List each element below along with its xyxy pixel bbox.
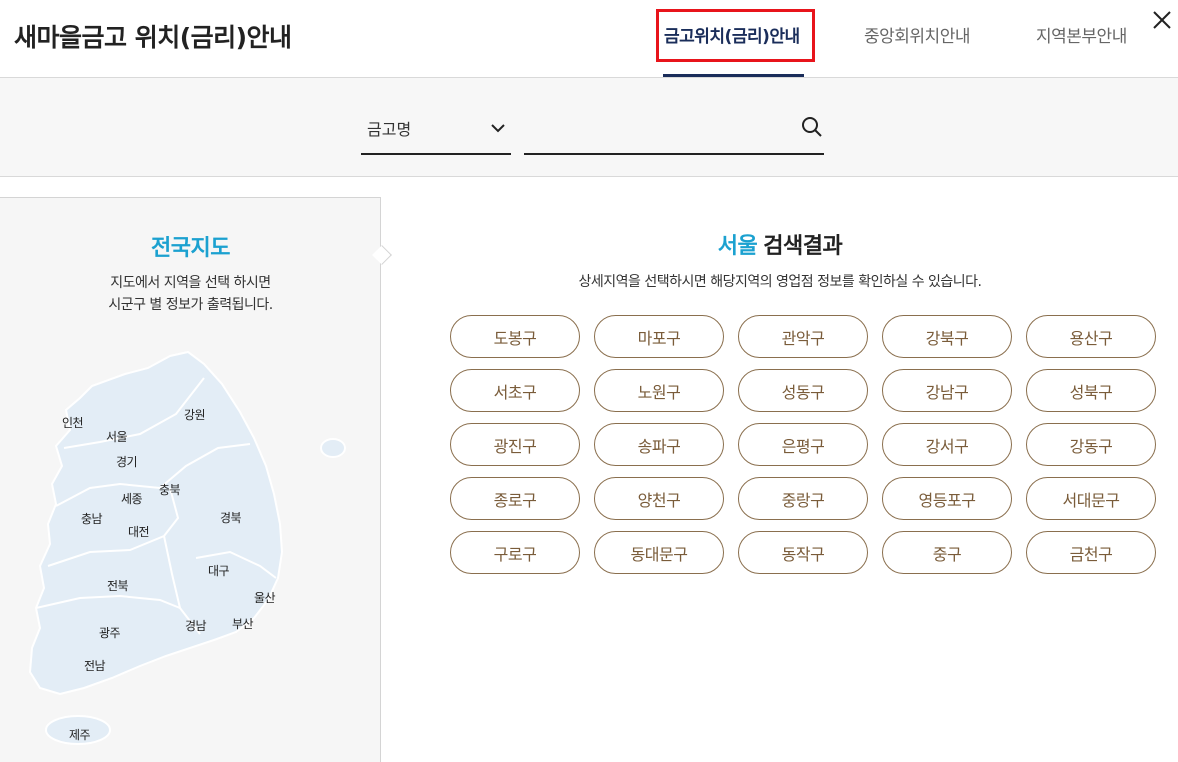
district-button[interactable]: 노원구 bbox=[594, 369, 724, 412]
search-bar: 금고명 bbox=[0, 78, 1178, 177]
search-type-select[interactable]: 금고명 bbox=[361, 105, 511, 155]
district-button[interactable]: 서대문구 bbox=[1026, 477, 1156, 520]
district-button[interactable]: 중랑구 bbox=[738, 477, 868, 520]
region-daegu[interactable]: 대구 bbox=[208, 562, 230, 579]
district-button[interactable]: 구로구 bbox=[450, 531, 580, 574]
district-button[interactable]: 용산구 bbox=[1026, 315, 1156, 358]
results-city: 서울 bbox=[717, 234, 758, 259]
district-button[interactable]: 은평구 bbox=[738, 423, 868, 466]
district-button[interactable]: 강서구 bbox=[882, 423, 1012, 466]
region-busan[interactable]: 부산 bbox=[232, 615, 254, 632]
region-gyeongnam[interactable]: 경남 bbox=[185, 617, 207, 634]
district-button[interactable]: 광진구 bbox=[450, 423, 580, 466]
active-tab-indicator bbox=[663, 74, 804, 77]
region-jeonbuk[interactable]: 전북 bbox=[107, 577, 129, 594]
region-gangwon[interactable]: 강원 bbox=[184, 406, 206, 423]
region-gyeonggi[interactable]: 경기 bbox=[116, 453, 138, 470]
tab-central-location[interactable]: 중앙회위치안내 bbox=[864, 22, 970, 47]
district-button[interactable]: 강동구 bbox=[1026, 423, 1156, 466]
results-title: 서울 검색결과 bbox=[382, 228, 1178, 260]
district-button[interactable]: 강남구 bbox=[882, 369, 1012, 412]
district-button[interactable]: 강북구 bbox=[882, 315, 1012, 358]
search-icon bbox=[802, 117, 822, 137]
district-button[interactable]: 성동구 bbox=[738, 369, 868, 412]
results-desc: 상세지역을 선택하시면 해당지역의 영업점 정보를 확인하실 수 있습니다. bbox=[578, 274, 983, 290]
region-daejeon[interactable]: 대전 bbox=[128, 523, 150, 540]
ulleungdo-island bbox=[320, 438, 346, 458]
region-chungnam[interactable]: 충남 bbox=[81, 510, 103, 527]
district-button[interactable]: 양천구 bbox=[594, 477, 724, 520]
region-jeju[interactable]: 제주 bbox=[69, 726, 91, 743]
search-input[interactable] bbox=[524, 113, 784, 147]
district-button[interactable]: 중구 bbox=[882, 531, 1012, 574]
region-chungbuk[interactable]: 충북 bbox=[159, 481, 181, 498]
tab-regional-office[interactable]: 지역본부안내 bbox=[1036, 22, 1127, 47]
district-button[interactable]: 도봉구 bbox=[450, 315, 580, 358]
search-input-wrap bbox=[524, 105, 824, 155]
search-type-value: 금고명 bbox=[367, 120, 412, 139]
district-grid: 도봉구 마포구 관악구 강북구 용산구 서초구 노원구 성동구 강남구 성북구 … bbox=[450, 315, 1158, 574]
region-gwangju[interactable]: 광주 bbox=[99, 624, 121, 641]
search-button[interactable] bbox=[800, 115, 824, 139]
map-desc-line1: 지도에서 지역을 선택 하시면 bbox=[110, 275, 271, 291]
korea-mainland bbox=[28, 350, 284, 696]
region-sejong[interactable]: 세종 bbox=[121, 490, 143, 507]
district-button[interactable]: 동작구 bbox=[738, 531, 868, 574]
district-button[interactable]: 금천구 bbox=[1026, 531, 1156, 574]
district-button[interactable]: 성북구 bbox=[1026, 369, 1156, 412]
region-incheon[interactable]: 인천 bbox=[62, 414, 84, 431]
korea-map[interactable] bbox=[0, 338, 381, 758]
district-button[interactable]: 관악구 bbox=[738, 315, 868, 358]
map-desc-line2: 시군구 별 정보가 출력됩니다. bbox=[108, 297, 273, 313]
district-button[interactable]: 영등포구 bbox=[882, 477, 1012, 520]
district-button[interactable]: 송파구 bbox=[594, 423, 724, 466]
region-gyeongbuk[interactable]: 경북 bbox=[220, 509, 242, 526]
region-ulsan[interactable]: 울산 bbox=[254, 589, 276, 606]
district-button[interactable]: 종로구 bbox=[450, 477, 580, 520]
chevron-down-icon bbox=[491, 124, 505, 133]
highlight-box bbox=[656, 9, 815, 62]
page-title: 새마을금고 위치(금리)안내 bbox=[14, 23, 292, 52]
region-jeonnam[interactable]: 전남 bbox=[84, 657, 106, 674]
results-title-suffix: 검색결과 bbox=[763, 234, 843, 259]
region-seoul[interactable]: 서울 bbox=[106, 428, 128, 445]
map-title: 전국지도 bbox=[151, 236, 230, 261]
district-button[interactable]: 서초구 bbox=[450, 369, 580, 412]
map-panel: 전국지도 지도에서 지역을 선택 하시면 시군구 별 정보가 출력됩니다. 인천… bbox=[0, 197, 381, 762]
header: 새마을금고 위치(금리)안내 금고위치(금리)안내 중앙회위치안내 지역본부안내 bbox=[0, 0, 1178, 78]
close-button[interactable] bbox=[1150, 8, 1174, 32]
district-button[interactable]: 마포구 bbox=[594, 315, 724, 358]
close-icon bbox=[1153, 11, 1171, 29]
district-button[interactable]: 동대문구 bbox=[594, 531, 724, 574]
